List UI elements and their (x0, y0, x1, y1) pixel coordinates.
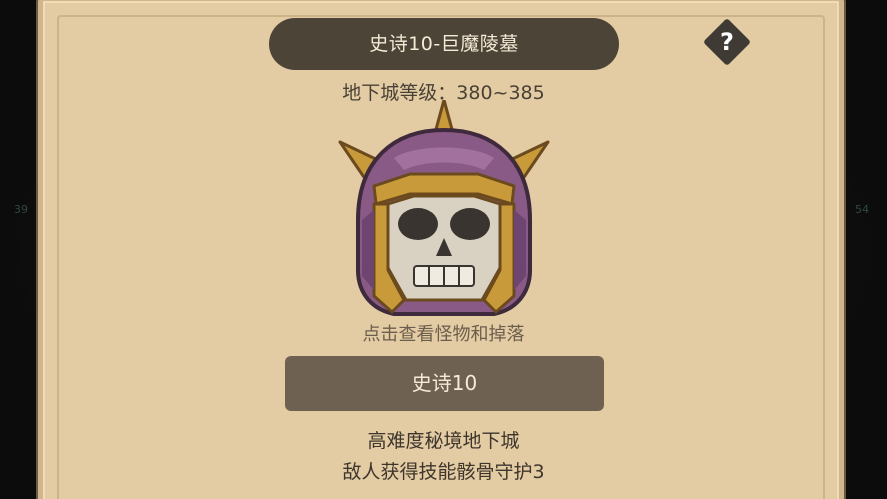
help-button[interactable]: ? (702, 17, 752, 67)
difficulty-button[interactable]: 史诗10 (285, 356, 604, 411)
background-number-left: 39 (14, 203, 28, 216)
question-icon: ? (720, 28, 734, 56)
skull-helmet-icon[interactable] (334, 98, 554, 325)
monster-drop-hint[interactable]: 点击查看怪物和掉落 (0, 320, 887, 346)
game-screen: 39 54 史诗10-巨魔陵墓 ? 地下城等级：380~385 点击查看怪物和掉… (0, 0, 887, 499)
dungeon-title: 史诗10-巨魔陵墓 (269, 18, 619, 70)
dungeon-description-line-1: 高难度秘境地下城 (367, 430, 520, 452)
dungeon-description-line-2: 敌人获得技能骸骨守护3 (342, 461, 545, 483)
background-number-right: 54 (855, 203, 869, 216)
